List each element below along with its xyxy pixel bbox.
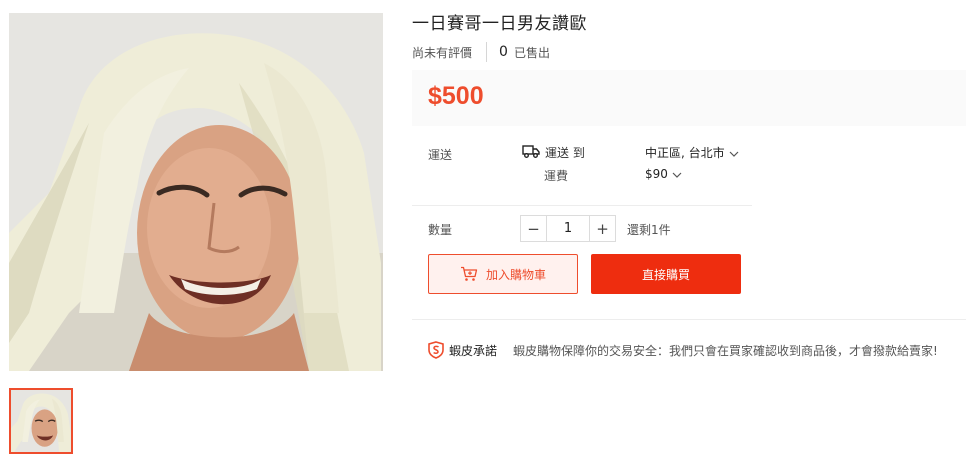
sold-count: 0 — [499, 44, 508, 60]
divider — [412, 319, 966, 320]
quantity-input[interactable]: 1 — [547, 216, 589, 241]
guarantee-text: 蝦皮購物保障你的交易安全：我們只會在買家確認收到商品後，才會撥款給賣家! — [513, 343, 938, 358]
divider — [412, 205, 752, 206]
sold-label: 已售出 — [513, 45, 550, 60]
product-title: 一日賽哥一日男友讚歐 — [412, 14, 587, 34]
shipping-label: 運送 — [428, 148, 453, 162]
shipping-fee-label: 運費 — [544, 169, 569, 183]
stock-remaining: 還剩1件 — [627, 223, 671, 237]
buy-now-label: 直接購買 — [641, 267, 690, 282]
add-to-cart-label: 加入購物車 — [485, 267, 546, 282]
rating-text: 尚未有評價 — [412, 45, 473, 60]
rating-row: 尚未有評價 0 已售出 — [412, 42, 550, 62]
shopee-guarantee: 蝦皮承諾 蝦皮購物保障你的交易安全：我們只會在買家確認收到商品後，才會撥款給賣家… — [428, 341, 938, 359]
chevron-down-icon — [672, 167, 682, 181]
shipping-fee: $90 — [645, 167, 668, 181]
divider — [486, 42, 488, 62]
ship-to: 運送 到 — [522, 144, 585, 161]
destination-text: 中正區, 台北市 — [645, 146, 725, 160]
price-box: $500 — [412, 70, 966, 126]
guarantee-label: 蝦皮承諾 — [449, 343, 498, 358]
product-thumbnail[interactable] — [9, 388, 73, 454]
quantity-stepper: − 1 + — [520, 215, 616, 242]
shield-icon — [428, 341, 444, 359]
add-to-cart-button[interactable]: 加入購物車 — [428, 254, 578, 294]
product-main-image — [9, 13, 383, 371]
quantity-decrease-button[interactable]: − — [521, 216, 547, 241]
quantity-increase-button[interactable]: + — [589, 216, 615, 241]
quantity-label: 數量 — [428, 223, 453, 237]
truck-icon — [522, 144, 540, 161]
chevron-down-icon — [729, 146, 739, 160]
destination-selector[interactable]: 中正區, 台北市 — [645, 144, 739, 161]
product-price: $500 — [428, 82, 484, 110]
buy-now-button[interactable]: 直接購買 — [591, 254, 741, 294]
ship-to-label: 運送 到 — [545, 146, 585, 160]
shipping-fee-selector[interactable]: $90 — [645, 167, 682, 181]
cart-icon — [460, 266, 478, 282]
